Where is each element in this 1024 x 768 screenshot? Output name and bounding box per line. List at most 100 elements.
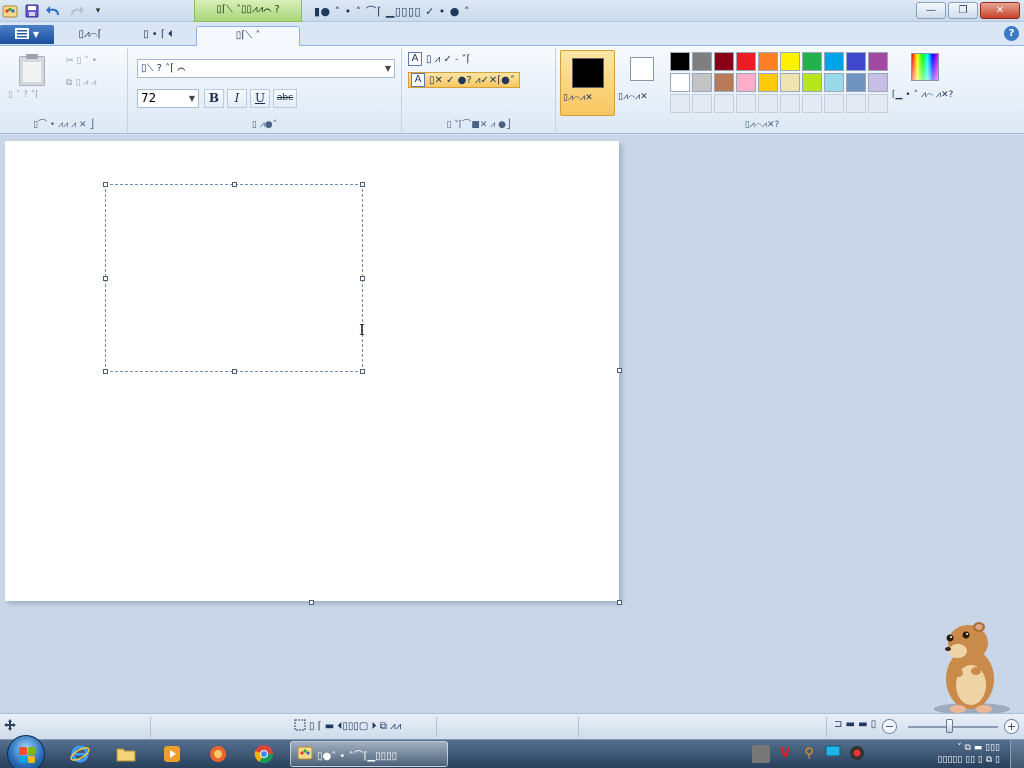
title-bar: ▾ ▯⌈⟍ ˄▯▯⩘⩘⌒ ? ▮● ˄ • ˄ ⌒⌈ ▁▯▯▯▯ ✓ • ● ˄… bbox=[0, 0, 1024, 22]
app-menu-button[interactable]: ▼ bbox=[0, 25, 54, 44]
paste-button[interactable]: ▯ ˅ ? ˄⌈ bbox=[8, 90, 39, 100]
media-player-icon[interactable] bbox=[160, 743, 184, 765]
tray-app-icon[interactable] bbox=[752, 745, 770, 763]
undo-icon[interactable] bbox=[46, 3, 62, 19]
bold-button[interactable]: B bbox=[204, 89, 224, 108]
custom-color-slot[interactable] bbox=[670, 94, 690, 113]
palette-swatch[interactable] bbox=[714, 73, 734, 92]
palette-swatch[interactable] bbox=[758, 52, 778, 71]
ribbon: ▯ ˅ ? ˄⌈ ✂ ▯ ˅ • ⧉ ▯ ⩘ ⩘ ▯⌒ • ⩘⩘ ⩘ ✕ ⎦ ▯… bbox=[0, 46, 1024, 134]
font-size-select[interactable]: 72 ▼ bbox=[137, 89, 199, 108]
ribbon-tab-row: ▼ ▯⩘⌒⌈ ▯ • ⌈ ⏴ ▯⌈⟍ ˄ ? bbox=[0, 22, 1024, 46]
custom-color-slot[interactable] bbox=[692, 94, 712, 113]
palette-swatch[interactable] bbox=[692, 73, 712, 92]
antivirus-icon[interactable]: V bbox=[776, 745, 794, 763]
strikethrough-button[interactable]: abc bbox=[273, 89, 297, 108]
tab-view[interactable]: ▯ • ⌈ ⏴ bbox=[128, 26, 188, 46]
status-separator bbox=[436, 717, 437, 737]
custom-color-slot[interactable] bbox=[780, 94, 800, 113]
resize-handle[interactable] bbox=[103, 369, 108, 374]
drawing-canvas[interactable]: I bbox=[5, 141, 619, 601]
palette-swatch[interactable] bbox=[824, 73, 844, 92]
canvas-resize-handle[interactable] bbox=[617, 368, 622, 373]
opaque-option[interactable]: A ▯ ⩘ ✓ ˗ ˅⌈ bbox=[408, 51, 470, 67]
cut-button[interactable]: ✂ ▯ ˅ • bbox=[66, 56, 97, 66]
palette-swatch[interactable] bbox=[670, 52, 690, 71]
minimize-button[interactable]: — bbox=[916, 2, 946, 19]
record-icon[interactable] bbox=[848, 745, 866, 763]
palette-swatch[interactable] bbox=[802, 73, 822, 92]
status-bar: ▯ ⌈ ▬ ⏴▯▯▯▢ ⏵ ⧉ ⩘⩘ ⊐ ▬ ▬ ▯ − + bbox=[0, 713, 1024, 739]
palette-swatch[interactable] bbox=[670, 73, 690, 92]
resize-handle[interactable] bbox=[103, 182, 108, 187]
custom-color-slot[interactable] bbox=[824, 94, 844, 113]
canvas-resize-handle[interactable] bbox=[617, 600, 622, 605]
font-family-select[interactable]: ▯⟍ ? ˄⌈ ⌒ ▼ bbox=[137, 59, 395, 78]
internet-explorer-icon[interactable] bbox=[68, 743, 92, 765]
paint-app-icon[interactable] bbox=[2, 3, 18, 19]
custom-color-slot[interactable] bbox=[736, 94, 756, 113]
palette-swatch[interactable] bbox=[868, 73, 888, 92]
palette-swatch[interactable] bbox=[780, 73, 800, 92]
palette-swatch[interactable] bbox=[780, 52, 800, 71]
zoom-slider-track[interactable] bbox=[908, 726, 998, 728]
palette-swatch[interactable] bbox=[868, 52, 888, 71]
help-icon[interactable]: ? bbox=[1004, 26, 1019, 41]
close-button[interactable]: ✕ bbox=[980, 2, 1020, 19]
paint-taskbar-button[interactable]: ▯●˄ • ˄⌒⌈▁▯▯▯▯ bbox=[290, 741, 448, 767]
start-button[interactable] bbox=[7, 735, 45, 768]
tray-time: ˅ ⧉ ▬ ▯▯▯ bbox=[957, 743, 1000, 753]
redo-icon[interactable] bbox=[68, 3, 84, 19]
save-icon[interactable] bbox=[24, 3, 40, 19]
canvas-resize-handle[interactable] bbox=[309, 600, 314, 605]
color1-button[interactable]: ▯⩘⌒⩘✕ bbox=[560, 50, 615, 116]
palette-swatch[interactable] bbox=[736, 52, 756, 71]
copy-button[interactable]: ⧉ ▯ ⩘ ⩘ bbox=[66, 78, 96, 88]
color2-button[interactable]: ▯⩘⌒⩘✕ bbox=[618, 50, 662, 116]
canvas-workspace: I bbox=[0, 135, 1024, 715]
custom-color-slot[interactable] bbox=[758, 94, 778, 113]
zoom-slider-thumb[interactable] bbox=[946, 719, 953, 733]
window-controls: — ❐ ✕ bbox=[916, 2, 1020, 19]
app-icon[interactable] bbox=[206, 743, 230, 765]
tab-text[interactable]: ▯⌈⟍ ˄ bbox=[196, 26, 300, 46]
palette-swatch[interactable] bbox=[802, 52, 822, 71]
palette-swatch[interactable] bbox=[846, 73, 866, 92]
resize-handle[interactable] bbox=[360, 369, 365, 374]
maximize-button[interactable]: ❐ bbox=[948, 2, 978, 19]
resize-handle[interactable] bbox=[360, 276, 365, 281]
resize-handle[interactable] bbox=[232, 182, 237, 187]
tray-clock[interactable]: ˅ ⧉ ▬ ▯▯▯ ▯▯▯▯▯ ▯▯ ▯ ⧉ ▯ bbox=[938, 742, 1000, 766]
custom-color-slot[interactable] bbox=[868, 94, 888, 113]
palette-swatch[interactable] bbox=[758, 73, 778, 92]
palette-swatch[interactable] bbox=[692, 52, 712, 71]
tray-date: ▯▯▯▯▯ ▯▯ ▯ ⧉ ▯ bbox=[937, 755, 1000, 765]
chevron-down-icon[interactable]: ▾ bbox=[90, 3, 106, 19]
italic-button[interactable]: I bbox=[227, 89, 247, 108]
zoom-level-label: ⊐ ▬ ▬ ▯ bbox=[834, 719, 877, 730]
resize-handle[interactable] bbox=[232, 369, 237, 374]
transparent-option[interactable]: A ▯✕ ✓ ●? ⩘✓✕⌈●˄ bbox=[408, 72, 520, 88]
monitor-icon[interactable] bbox=[824, 745, 842, 763]
resize-handle[interactable] bbox=[103, 276, 108, 281]
underline-button[interactable]: U bbox=[250, 89, 270, 108]
palette-swatch[interactable] bbox=[846, 52, 866, 71]
search-icon[interactable]: ⚲ bbox=[800, 745, 818, 763]
palette-swatch[interactable] bbox=[736, 73, 756, 92]
custom-color-slot[interactable] bbox=[802, 94, 822, 113]
custom-color-slot[interactable] bbox=[714, 94, 734, 113]
custom-color-slot[interactable] bbox=[846, 94, 866, 113]
show-desktop-button[interactable] bbox=[1010, 740, 1024, 768]
paste-icon[interactable] bbox=[16, 54, 48, 88]
chevron-down-icon: ▼ bbox=[188, 94, 195, 103]
resize-handle[interactable] bbox=[360, 182, 365, 187]
text-box[interactable]: I bbox=[103, 182, 365, 374]
zoom-in-button[interactable]: + bbox=[1004, 719, 1019, 734]
palette-swatch[interactable] bbox=[824, 52, 844, 71]
palette-swatch[interactable] bbox=[714, 52, 734, 71]
paint-app-icon bbox=[297, 746, 313, 763]
chrome-icon[interactable] bbox=[252, 743, 276, 765]
file-explorer-icon[interactable] bbox=[114, 743, 138, 765]
zoom-out-button[interactable]: − bbox=[882, 719, 897, 734]
tab-home[interactable]: ▯⩘⌒⌈ bbox=[60, 26, 120, 46]
